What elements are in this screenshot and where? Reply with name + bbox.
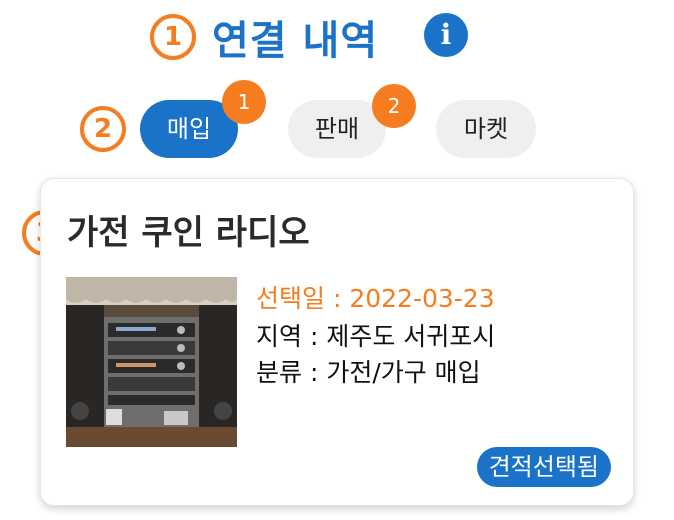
tab-buy-label: 매입 (166, 115, 212, 143)
tab-buy-badge: 1 (222, 80, 266, 124)
tab-market[interactable]: 마켓 (436, 100, 536, 158)
step-marker-2: 2 (80, 106, 126, 152)
status-badge: 견적선택됨 (476, 447, 611, 487)
step-marker-1: 1 (150, 14, 196, 60)
page-title: 연결 내역 (212, 18, 379, 64)
card-title: 가전 쿠인 라디오 (67, 213, 310, 253)
info-icon[interactable]: i (424, 13, 468, 57)
tab-sell-label: 판매 (314, 115, 360, 143)
product-image (66, 277, 237, 447)
selected-date: 선택일 : 2022-03-23 (256, 284, 495, 313)
tab-market-label: 마켓 (463, 115, 509, 143)
tab-sell-badge: 2 (372, 84, 416, 128)
category-text: 분류 : 가전/가구 매입 (256, 358, 481, 387)
region-text: 지역 : 제주도 서귀포시 (256, 322, 496, 351)
connection-card[interactable]: 가전 쿠인 라디오 선택일 : 2022-03-23 지역 : 제주도 서귀포시… (40, 178, 634, 506)
